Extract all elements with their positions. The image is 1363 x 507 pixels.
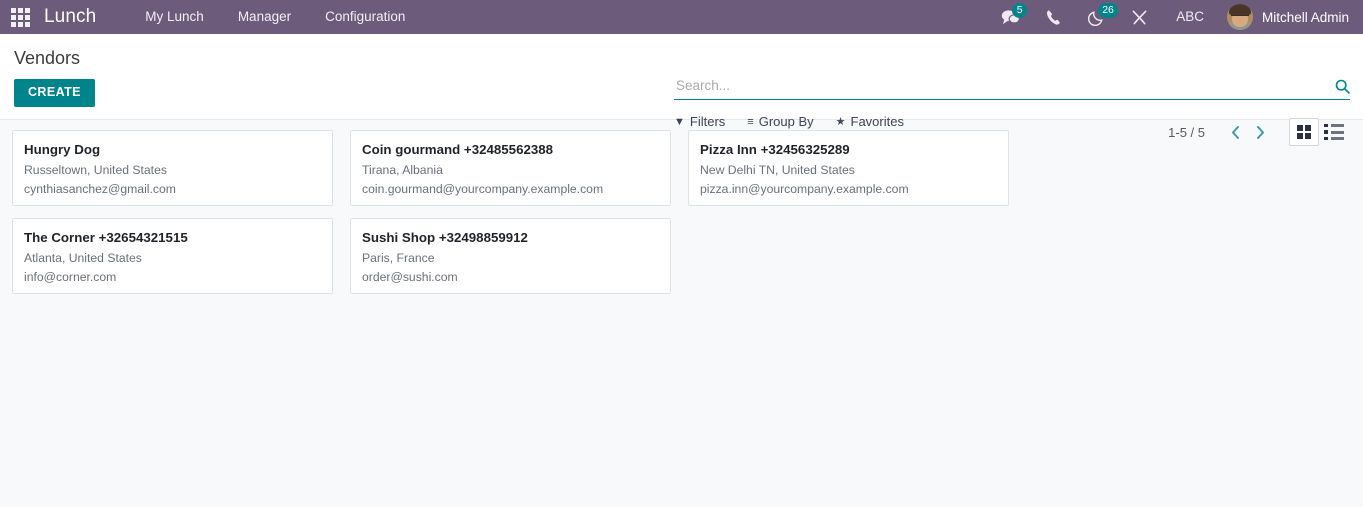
vendor-card[interactable]: The Corner +32654321515 Atlanta, United … (12, 218, 333, 294)
vendor-card[interactable]: Pizza Inn +32456325289 New Delhi TN, Uni… (688, 130, 1009, 206)
vendor-location: Paris, France (362, 251, 435, 265)
pager-range: 1-5 / 5 (1168, 124, 1205, 140)
group-by-label: Group By (758, 114, 814, 129)
funnel-icon: ▼ (674, 115, 685, 128)
kanban-view-icon[interactable] (1289, 118, 1319, 146)
view-switcher (1289, 118, 1349, 146)
messages-button[interactable]: 5 (988, 0, 1033, 34)
pager-next-button[interactable] (1248, 125, 1273, 140)
filters-dropdown[interactable]: ▼ Filters (674, 114, 725, 129)
vendor-location: Tirana, Albania (362, 163, 443, 177)
star-icon: ★ (835, 116, 846, 128)
control-panel: Vendors CREATE ▼ Filters ≡ Group By ★ (0, 34, 1363, 146)
vendor-title: Pizza Inn +32456325289 (700, 142, 850, 157)
vendor-email: order@sushi.com (362, 270, 458, 284)
kanban-view: Hungry Dog Russeltown, United States cyn… (0, 120, 1363, 507)
vendor-title: The Corner +32654321515 (24, 230, 188, 245)
pager-and-views: 1-5 / 5 (1168, 118, 1349, 146)
hamburger-lines-icon: ≡ (747, 115, 754, 128)
pager-previous-button[interactable] (1223, 125, 1248, 140)
vendor-email: info@corner.com (24, 270, 117, 284)
vendor-title: Coin gourmand +32485562388 (362, 142, 554, 157)
vendor-card[interactable]: Hungry Dog Russeltown, United States cyn… (12, 130, 333, 206)
breadcrumb: Vendors (14, 48, 81, 68)
abc-button[interactable]: ABC (1161, 0, 1219, 34)
username-label: Mitchell Admin (1261, 9, 1349, 25)
create-button[interactable]: CREATE (14, 79, 95, 107)
menu-item-my-lunch[interactable]: My Lunch (128, 0, 221, 34)
vendor-location: Atlanta, United States (24, 251, 142, 265)
systray: 5 26 ABC Mitchell Admin (988, 0, 1363, 34)
apps-grid-icon[interactable] (6, 4, 34, 30)
messages-count-badge: 5 (1012, 3, 1028, 18)
top-navbar: Lunch My Lunch Manager Configuration 5 2… (0, 0, 1363, 34)
wrench-screwdriver-icon[interactable] (1118, 0, 1161, 34)
menu-item-manager[interactable]: Manager (221, 0, 308, 34)
menu-item-configuration[interactable]: Configuration (308, 0, 422, 34)
phone-button[interactable] (1033, 0, 1075, 34)
vendor-title: Sushi Shop +32498859912 (362, 230, 528, 245)
vendor-location: New Delhi TN, United States (700, 163, 855, 177)
search-input[interactable] (674, 78, 1329, 94)
app-brand-lunch[interactable]: Lunch (40, 6, 106, 28)
vendor-email: coin.gourmand@yourcompany.example.com (362, 182, 604, 196)
vendor-card[interactable]: Sushi Shop +32498859912 Paris, France or… (350, 218, 671, 294)
vendor-card[interactable]: Coin gourmand +32485562388 Tirana, Alban… (350, 130, 671, 206)
magnifier-icon[interactable] (1329, 79, 1350, 94)
user-avatar (1226, 4, 1253, 30)
favorites-dropdown[interactable]: ★ Favorites (836, 114, 904, 129)
favorites-label: Favorites (850, 114, 904, 129)
user-menu[interactable]: Mitchell Admin (1219, 0, 1363, 34)
list-view-icon[interactable] (1319, 118, 1349, 146)
filters-label: Filters (689, 114, 726, 129)
vendor-title: Hungry Dog (24, 142, 101, 157)
main-menu: My Lunch Manager Configuration (128, 0, 422, 34)
vendor-email: cynthiasanchez@gmail.com (24, 182, 176, 196)
search-row (674, 78, 1350, 100)
activities-button[interactable]: 26 (1075, 0, 1118, 34)
activities-count-badge: 26 (1098, 3, 1118, 18)
vendor-location: Russeltown, United States (24, 163, 167, 177)
group-by-dropdown[interactable]: ≡ Group By (747, 114, 813, 129)
vendor-email: pizza.inn@yourcompany.example.com (700, 182, 909, 196)
